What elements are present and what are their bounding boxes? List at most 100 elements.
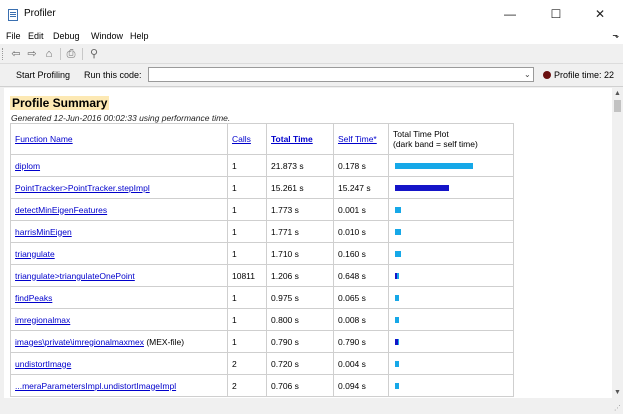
- toolbar: ⇦ ⇨ ⌂ ⎙ ⚲: [0, 45, 623, 64]
- function-link[interactable]: imregionalmax: [15, 315, 70, 325]
- sort-self-time-link[interactable]: Self Time*: [338, 134, 377, 144]
- home-icon[interactable]: ⌂: [41, 47, 57, 61]
- run-bar: Start Profiling Run this code: ⌄ Profile…: [0, 64, 623, 87]
- menu-overflow-icon[interactable]: ⬎: [612, 31, 619, 40]
- table-row: triangulate>triangulateOnePoint 10811 1.20…: [10, 264, 514, 287]
- total-time-cell: 21.873 s: [266, 154, 334, 177]
- function-link[interactable]: harrisMinEigen: [15, 227, 72, 237]
- self-time-cell: 0.160 s: [333, 242, 389, 265]
- menu-edit[interactable]: Edit: [28, 31, 44, 41]
- self-time-cell: 0.004 s: [333, 352, 389, 375]
- vertical-scrollbar[interactable]: ▲ ▼: [612, 88, 623, 398]
- self-time-cell: 0.001 s: [333, 198, 389, 221]
- print-icon[interactable]: ⎙: [63, 47, 79, 61]
- function-name-cell: diplom: [10, 154, 228, 177]
- col-function-name[interactable]: Function Name: [10, 123, 228, 155]
- function-name-cell: detectMinEigenFeatures: [10, 198, 228, 221]
- table-row: images\private\imregionalmaxmex (MEX-fil…: [10, 330, 514, 353]
- calls-cell: 1: [227, 198, 267, 221]
- table-row: PointTracker>PointTracker.stepImpl 1 15.26…: [10, 176, 514, 199]
- function-link[interactable]: diplom: [15, 161, 40, 171]
- start-profiling-button[interactable]: Start Profiling: [16, 70, 70, 80]
- toolbar-divider: [60, 48, 61, 60]
- resize-grip-icon[interactable]: ⋰: [614, 404, 621, 412]
- profile-table: Function Name Calls Total Time Self Time…: [10, 123, 514, 397]
- calls-cell: 1: [227, 176, 267, 199]
- menu-window[interactable]: Window: [91, 31, 123, 41]
- menu-bar: File Edit Debug Window Help ⬎: [0, 28, 623, 44]
- time-plot-cell: [388, 330, 514, 353]
- total-time-cell: 1.206 s: [266, 264, 334, 287]
- plot-header-line1: Total Time Plot: [393, 129, 449, 139]
- calls-cell: 1: [227, 330, 267, 353]
- function-link[interactable]: ...meraParametersImpl.undistortImageImpl: [15, 381, 176, 391]
- col-calls[interactable]: Calls: [227, 123, 267, 155]
- total-time-cell: 1.771 s: [266, 220, 334, 243]
- time-plot-cell: [388, 352, 514, 375]
- time-plot-cell: [388, 308, 514, 331]
- menu-file[interactable]: File: [6, 31, 21, 41]
- function-name-cell: imregionalmax: [10, 308, 228, 331]
- run-code-input[interactable]: [148, 67, 534, 82]
- function-name-cell: harrisMinEigen: [10, 220, 228, 243]
- sort-total-time-link[interactable]: Total Time: [271, 134, 313, 144]
- profile-status-icon: [543, 71, 551, 79]
- time-plot-cell: [388, 374, 514, 397]
- table-row: findPeaks 1 0.975 s 0.065 s: [10, 286, 514, 309]
- col-self-time[interactable]: Self Time*: [333, 123, 389, 155]
- total-time-cell: 0.800 s: [266, 308, 334, 331]
- scroll-down-icon[interactable]: ▼: [612, 387, 623, 398]
- function-name-cell: findPeaks: [10, 286, 228, 309]
- function-link[interactable]: images\private\imregionalmaxmex: [15, 337, 144, 347]
- total-time-bar: [395, 317, 399, 323]
- function-link[interactable]: PointTracker>PointTracker.stepImpl: [15, 183, 150, 193]
- total-time-bar: [395, 361, 399, 367]
- profile-summary-pane: Profile Summary Generated 12-Jun-2016 00…: [4, 88, 612, 398]
- function-name-cell: images\private\imregionalmaxmex (MEX-fil…: [10, 330, 228, 353]
- self-time-cell: 0.010 s: [333, 220, 389, 243]
- close-button[interactable]: ✕: [577, 0, 623, 28]
- table-row: ...meraParametersImpl.undistortImageImpl…: [10, 374, 514, 397]
- toolbar-grip[interactable]: [2, 48, 5, 60]
- total-time-bar: [395, 251, 401, 257]
- sort-calls-link[interactable]: Calls: [232, 134, 251, 144]
- total-time-bar: [395, 163, 473, 169]
- table-row: diplom 1 21.873 s 0.178 s: [10, 154, 514, 177]
- scroll-up-icon[interactable]: ▲: [612, 88, 623, 99]
- function-name-cell: PointTracker>PointTracker.stepImpl: [10, 176, 228, 199]
- total-time-cell: 0.706 s: [266, 374, 334, 397]
- self-time-cell: 0.008 s: [333, 308, 389, 331]
- toolbar-divider: [82, 48, 83, 60]
- chevron-down-icon[interactable]: ⌄: [524, 70, 531, 79]
- menu-help[interactable]: Help: [130, 31, 149, 41]
- self-time-bar: [395, 273, 397, 279]
- self-time-bar: [395, 185, 449, 191]
- self-time-cell: 0.065 s: [333, 286, 389, 309]
- time-plot-cell: [388, 242, 514, 265]
- maximize-button[interactable]: ☐: [533, 0, 579, 28]
- self-time-cell: 0.790 s: [333, 330, 389, 353]
- calls-cell: 1: [227, 154, 267, 177]
- table-header-row: Function Name Calls Total Time Self Time…: [10, 123, 514, 155]
- function-link[interactable]: triangulate: [15, 249, 55, 259]
- col-total-time[interactable]: Total Time: [266, 123, 334, 155]
- sort-function-name-link[interactable]: Function Name: [15, 134, 73, 144]
- function-link[interactable]: undistortImage: [15, 359, 71, 369]
- menu-debug[interactable]: Debug: [53, 31, 80, 41]
- calls-cell: 2: [227, 352, 267, 375]
- function-link[interactable]: triangulate>triangulateOnePoint: [15, 271, 135, 281]
- function-name-cell: triangulate>triangulateOnePoint: [10, 264, 228, 287]
- function-link[interactable]: detectMinEigenFeatures: [15, 205, 107, 215]
- binoculars-find-icon[interactable]: ⚲: [86, 47, 102, 61]
- table-row: undistortImage 2 0.720 s 0.004 s: [10, 352, 514, 375]
- col-total-time-plot: Total Time Plot (dark band = self time): [388, 123, 514, 155]
- function-link[interactable]: findPeaks: [15, 293, 52, 303]
- minimize-button[interactable]: —: [487, 0, 533, 28]
- generated-info: Generated 12-Jun-2016 00:02:33 using per…: [11, 113, 231, 123]
- back-arrow-icon[interactable]: ⇦: [8, 47, 24, 61]
- total-time-cell: 0.975 s: [266, 286, 334, 309]
- title-bar: Profiler — ☐ ✕: [0, 0, 623, 28]
- page-title: Profile Summary: [10, 96, 110, 110]
- forward-arrow-icon[interactable]: ⇨: [24, 47, 40, 61]
- scrollbar-thumb[interactable]: [614, 100, 621, 112]
